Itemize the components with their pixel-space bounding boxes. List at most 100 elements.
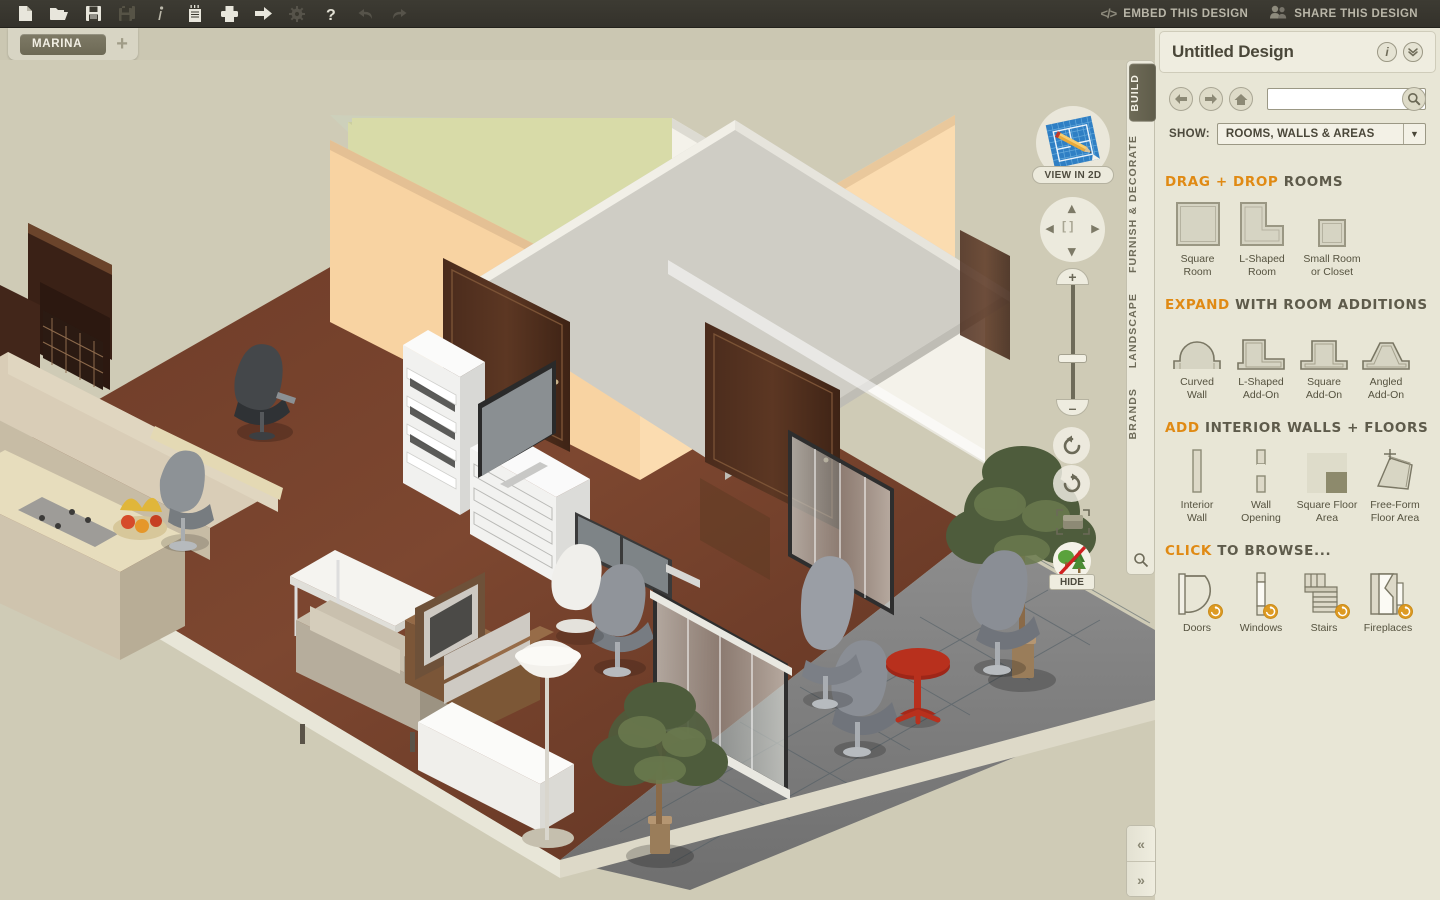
chevron-down-icon[interactable] (1403, 42, 1423, 62)
tile-curved-wall[interactable]: Curved Wall (1165, 319, 1229, 402)
sidebar-tab-landscape[interactable]: LANDSCAPE (1127, 283, 1154, 378)
show-filter-row: SHOW: ROOMS, WALLS & AREAS ▼ (1169, 123, 1426, 145)
add-tab-button[interactable]: + (116, 34, 128, 54)
undo-icon[interactable] (348, 1, 382, 27)
tile-label: Square Floor Area (1296, 499, 1358, 524)
sidebar-tab-build[interactable]: BUILD (1129, 64, 1156, 122)
tile-small-room-or-closet[interactable]: Small Room or Closet (1294, 196, 1370, 279)
rotate-left-icon[interactable] (1053, 427, 1090, 464)
camera-view-icon[interactable] (1055, 508, 1091, 536)
tile-row: Square Room L-Shaped Room Small Room or … (1165, 196, 1430, 279)
tile-row: Doors Windows Stairs Fireplaces (1165, 565, 1430, 635)
tile-fireplaces[interactable]: Fireplaces (1355, 565, 1421, 635)
info-icon[interactable] (144, 1, 178, 27)
sidebar-search-icon[interactable] (1127, 552, 1154, 568)
tile-doors[interactable]: Doors (1165, 565, 1229, 635)
section-title-rest: ROOMS (1278, 174, 1344, 190)
free-form-floor-area-icon (1372, 442, 1418, 494)
embed-design-button[interactable]: </> EMBED THIS DESIGN (1092, 6, 1256, 21)
tile-angled-add-on[interactable]: Angled Add-On (1355, 319, 1417, 402)
panel-header: Untitled Design i (1159, 31, 1436, 73)
tab-group: MARINA + (8, 28, 138, 60)
zoom-slider-track (1071, 283, 1075, 401)
tile-row: Interior Wall Wall Opening Square Floor … (1165, 442, 1430, 525)
tile-label: Doors (1182, 622, 1211, 634)
pan-control-pad[interactable]: ▴ ▾ ◂ ▸ [ ] (1040, 197, 1105, 262)
view-in-2d-label[interactable]: VIEW IN 2D (1032, 166, 1114, 184)
help-icon[interactable]: ? (314, 1, 348, 27)
tile-wall-opening[interactable]: Wall Opening (1229, 442, 1293, 525)
tile-l-shaped-room[interactable]: L-Shaped Room (1230, 196, 1294, 279)
door-icon (1175, 565, 1223, 619)
share-design-button[interactable]: SHARE THIS DESIGN (1262, 5, 1426, 22)
tile-square-add-on[interactable]: Square Add-On (1293, 319, 1355, 402)
tile-l-shaped-add-on[interactable]: L-Shaped Add-On (1229, 319, 1293, 402)
info-icon[interactable]: i (1377, 42, 1397, 62)
open-folder-icon[interactable] (42, 1, 76, 27)
rotate-right-icon[interactable] (1053, 465, 1090, 502)
browse-badge-icon (1263, 604, 1278, 619)
square-add-on-icon (1298, 319, 1350, 371)
collapse-right-button[interactable]: » (1127, 862, 1155, 896)
panel-sections: DRAG + DROP ROOMS Square Room L-Shaped R… (1155, 156, 1440, 900)
section-click-to-browse: CLICK TO BROWSE... Doors Windows Stairs … (1165, 543, 1430, 635)
design-canvas-3d[interactable]: VIEW IN 2D ▴ ▾ ◂ ▸ [ ] + – HIDE (0, 60, 1155, 900)
tile-interior-wall[interactable]: Interior Wall (1165, 442, 1229, 525)
square-floor-area-icon (1306, 442, 1348, 494)
zoom-slider-handle[interactable] (1058, 354, 1087, 363)
window-icon (1248, 565, 1278, 619)
pan-down-button[interactable]: ▾ (1068, 244, 1076, 259)
pan-up-button[interactable]: ▴ (1068, 201, 1076, 216)
home-icon[interactable] (1229, 87, 1253, 111)
tile-label: Small Room or Closet (1303, 253, 1361, 278)
settings-gear-icon[interactable] (280, 1, 314, 27)
tile-square-room[interactable]: Square Room (1165, 196, 1230, 279)
tile-label: Angled Add-On (1367, 376, 1405, 401)
pan-right-button[interactable]: ▸ (1091, 221, 1099, 236)
show-filter-select[interactable]: ROOMS, WALLS & AREAS ▼ (1216, 123, 1426, 145)
redo-icon[interactable] (382, 1, 416, 27)
floorplan-3d-render (0, 60, 1155, 900)
search-icon[interactable] (1402, 87, 1426, 111)
sidebar-tab-brands[interactable]: BRANDS (1127, 378, 1154, 450)
tile-free-form-floor-area[interactable]: Free-Form Floor Area (1361, 442, 1429, 525)
top-toolbar: ? </> EMBED THIS DESIGN SHARE THIS DESIG… (0, 0, 1440, 28)
l-shaped-room-icon (1238, 196, 1286, 248)
forward-arrow-icon[interactable] (1199, 87, 1223, 111)
tile-label: Fireplaces (1363, 622, 1413, 634)
small-room-icon (1317, 196, 1347, 248)
sidebar-tab-furnish-decorate[interactable]: FURNISH & DECORATE (1127, 125, 1154, 283)
print-icon[interactable] (212, 1, 246, 27)
tile-stairs[interactable]: Stairs (1293, 565, 1355, 635)
tile-label: Windows (1239, 622, 1283, 634)
save-as-icon[interactable] (110, 1, 144, 27)
toolbar-right-links: </> EMBED THIS DESIGN SHARE THIS DESIGN (1092, 5, 1440, 22)
show-label: SHOW: (1169, 128, 1210, 140)
section-title-highlight: EXPAND (1165, 297, 1230, 313)
tile-label: Free-Form Floor Area (1370, 499, 1420, 524)
chevron-down-icon[interactable]: ▼ (1403, 124, 1425, 144)
save-icon[interactable] (76, 1, 110, 27)
right-sidebar-panel: Untitled Design i SHOW: ROOMS, WALLS & A… (1155, 28, 1440, 900)
center-view-button[interactable]: [ ] (1062, 220, 1073, 232)
tile-label: Wall Opening (1241, 499, 1281, 524)
tile-windows[interactable]: Windows (1229, 565, 1293, 635)
hide-label[interactable]: HIDE (1049, 574, 1095, 590)
tile-square-floor-area[interactable]: Square Floor Area (1293, 442, 1361, 525)
back-arrow-icon[interactable] (1169, 87, 1193, 111)
document-tab-marina[interactable]: MARINA (20, 33, 107, 55)
zoom-out-button[interactable]: – (1056, 399, 1089, 416)
collapse-left-button[interactable]: « (1127, 826, 1155, 862)
export-icon[interactable] (246, 1, 280, 27)
zoom-slider[interactable]: + – (1056, 268, 1089, 416)
pan-left-button[interactable]: ◂ (1046, 221, 1054, 236)
tile-label: Stairs (1310, 622, 1338, 634)
browse-badge-icon (1335, 604, 1350, 619)
zoom-in-button[interactable]: + (1056, 268, 1089, 285)
new-file-icon[interactable] (8, 1, 42, 27)
tile-label: L-Shaped Add-On (1238, 376, 1284, 401)
notes-icon[interactable] (178, 1, 212, 27)
wall-opening-icon (1250, 442, 1272, 494)
section-add-interior-walls-floors: ADD INTERIOR WALLS + FLOORS Interior Wal… (1165, 420, 1430, 525)
panel-nav-row (1169, 87, 1426, 111)
